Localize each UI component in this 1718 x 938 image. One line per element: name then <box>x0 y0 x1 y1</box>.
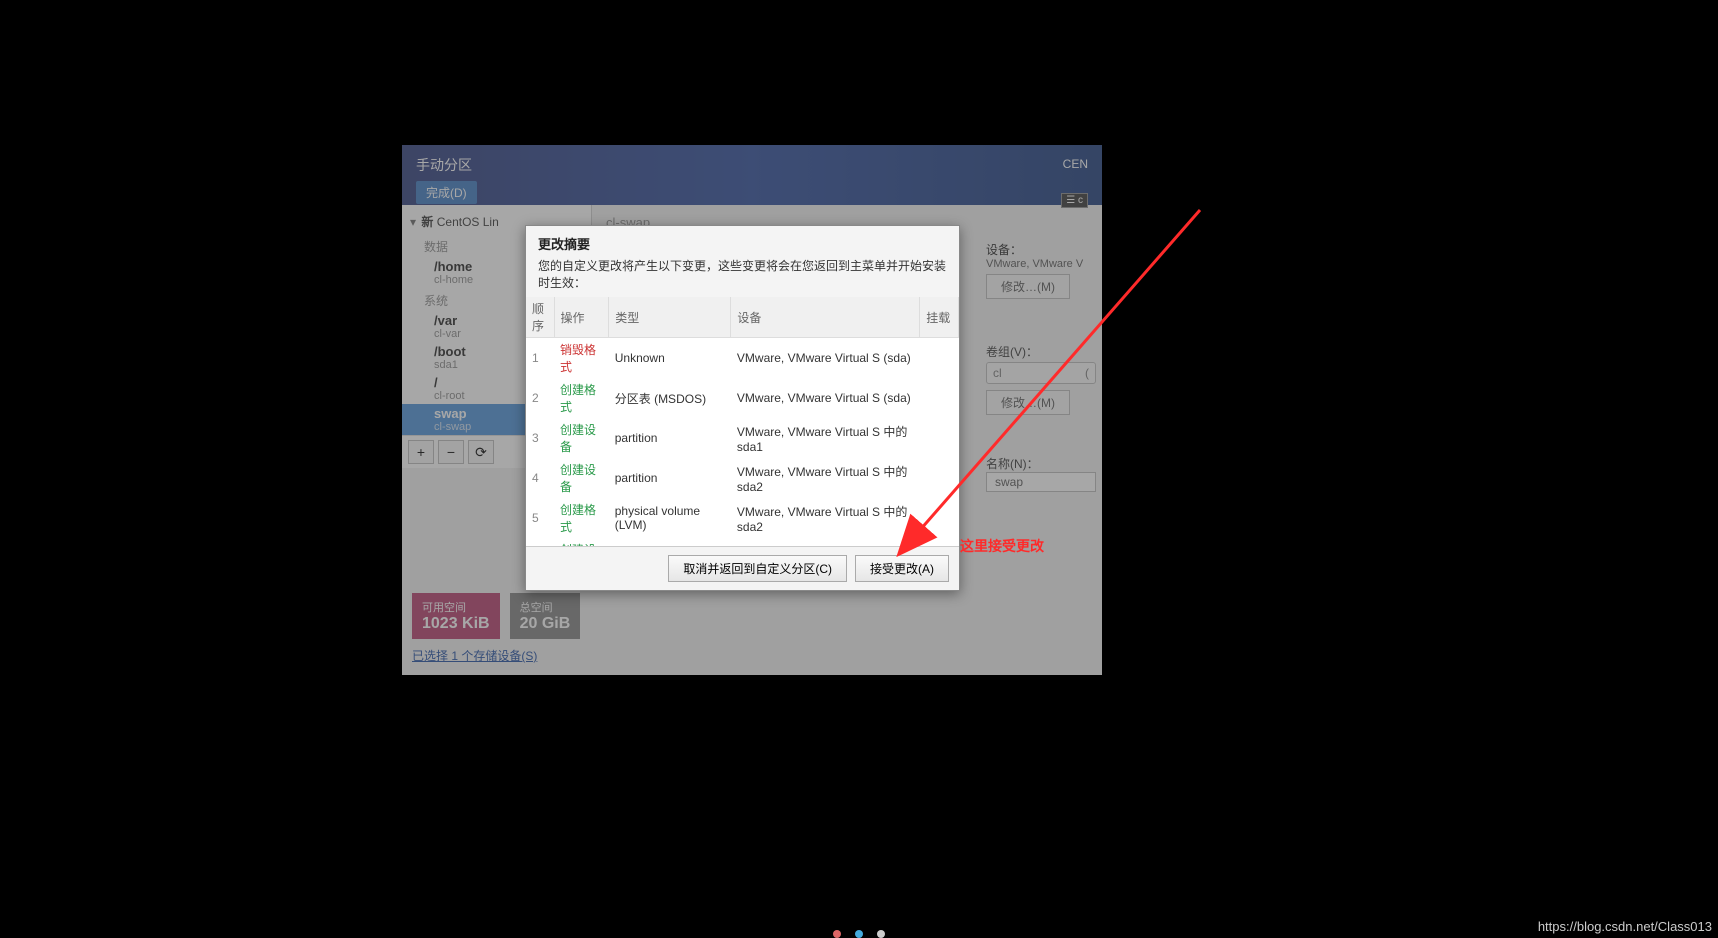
cancel-button[interactable]: 取消并返回到自定义分区(C) <box>668 555 847 582</box>
dock-item[interactable] <box>833 930 841 938</box>
cell-type: Unknown <box>609 338 731 379</box>
modal-description: 您的自定义更改将产生以下变更，这些变更将会在您返回到主菜单并开始安装时生效： <box>526 255 959 297</box>
cell-mount <box>920 498 959 538</box>
col-op[interactable]: 操作 <box>554 297 609 338</box>
total-space-box: 总空间 20 GiB <box>510 593 581 639</box>
cell-order: 5 <box>526 498 554 538</box>
storage-devices-link[interactable]: 已选择 1 个存储设备(S) <box>412 649 537 663</box>
table-row[interactable]: 4创建设备partitionVMware, VMware Virtual S 中… <box>526 458 959 498</box>
vg-label: 卷组(V)： <box>986 343 1096 360</box>
name-label: 名称(N)： <box>986 455 1096 472</box>
header-bar: 手动分区 完成(D) CEN ☰ c <box>402 145 1102 205</box>
dock-item[interactable] <box>855 930 863 938</box>
device-label: 设备： <box>986 241 1096 258</box>
changes-table: 顺序 操作 类型 设备 挂载 1销毁格式UnknownVMware, VMwar… <box>526 297 959 547</box>
cell-op: 创建设备 <box>554 418 609 458</box>
cell-device: VMware, VMware Virtual S (sda) <box>731 338 920 379</box>
page-title: 手动分区 <box>416 155 477 175</box>
avail-label: 可用空间 <box>422 599 490 615</box>
cell-order: 2 <box>526 378 554 418</box>
table-row[interactable]: 3创建设备partitionVMware, VMware Virtual S 中… <box>526 418 959 458</box>
cell-order: 1 <box>526 338 554 379</box>
bottom-strip: 可用空间 1023 KiB 总空间 20 GiB 已选择 1 个存储设备(S) <box>402 585 662 675</box>
modal-table-wrap: 顺序 操作 类型 设备 挂载 1销毁格式UnknownVMware, VMwar… <box>526 297 959 547</box>
vg-paren: ( <box>1085 366 1089 380</box>
avail-value: 1023 KiB <box>422 615 490 633</box>
cell-order: 3 <box>526 418 554 458</box>
device-value: VMware, VMware V <box>986 258 1096 270</box>
distro-label: CEN <box>1063 157 1088 171</box>
available-space-box: 可用空间 1023 KiB <box>412 593 500 639</box>
done-button[interactable]: 完成(D) <box>416 181 477 204</box>
dock-bar <box>833 930 885 938</box>
cell-device: cl <box>731 538 920 547</box>
cell-op: 创建设备 <box>554 458 609 498</box>
cell-mount <box>920 538 959 547</box>
cell-type: partition <box>609 458 731 498</box>
cell-type: physical volume (LVM) <box>609 498 731 538</box>
dock-item[interactable] <box>877 930 885 938</box>
cell-op: 创建设备 <box>554 538 609 547</box>
accept-button[interactable]: 接受更改(A) <box>855 555 949 582</box>
device-modify-button[interactable]: 修改…(M) <box>986 274 1070 299</box>
col-device[interactable]: 设备 <box>731 297 920 338</box>
cell-type: 分区表 (MSDOS) <box>609 378 731 418</box>
cell-mount <box>920 458 959 498</box>
add-partition-button[interactable]: + <box>408 440 434 464</box>
modal-title: 更改摘要 <box>538 234 947 253</box>
cell-device: VMware, VMware Virtual S 中的 sda2 <box>731 458 920 498</box>
reload-button[interactable]: ⟳ <box>468 440 494 464</box>
tree-header-new: 新 <box>421 215 433 229</box>
footer-url: https://blog.csdn.net/Class013 <box>1538 919 1712 934</box>
tree-header-title: CentOS Lin <box>437 215 499 229</box>
cell-order: 4 <box>526 458 554 498</box>
cell-device: VMware, VMware Virtual S 中的 sda2 <box>731 498 920 538</box>
col-order[interactable]: 顺序 <box>526 297 554 338</box>
annotation-text: 这里接受更改 <box>960 536 1044 556</box>
table-row[interactable]: 2创建格式分区表 (MSDOS)VMware, VMware Virtual S… <box>526 378 959 418</box>
cell-op: 销毁格式 <box>554 338 609 379</box>
col-mount[interactable]: 挂载 <box>920 297 959 338</box>
right-edge-panel: 设备： VMware, VMware V 修改…(M) 卷组(V)： cl ( … <box>986 241 1096 492</box>
cell-mount <box>920 338 959 379</box>
vg-value: cl <box>993 366 1002 380</box>
chevron-down-icon: ▾ <box>410 215 416 229</box>
cell-device: VMware, VMware Virtual S (sda) <box>731 378 920 418</box>
table-row[interactable]: 1销毁格式UnknownVMware, VMware Virtual S (sd… <box>526 338 959 379</box>
total-label: 总空间 <box>520 599 571 615</box>
cell-op: 创建格式 <box>554 378 609 418</box>
cell-type: partition <box>609 418 731 458</box>
cell-order: 6 <box>526 538 554 547</box>
cell-device: VMware, VMware Virtual S 中的 sda1 <box>731 418 920 458</box>
cell-mount <box>920 418 959 458</box>
table-row[interactable]: 6创建设备lvmvgcl <box>526 538 959 547</box>
remove-partition-button[interactable]: − <box>438 440 464 464</box>
cell-op: 创建格式 <box>554 498 609 538</box>
vg-modify-button[interactable]: 修改…(M) <box>986 390 1070 415</box>
name-field[interactable] <box>986 472 1096 492</box>
total-value: 20 GiB <box>520 615 571 633</box>
summary-modal: 更改摘要 您的自定义更改将产生以下变更，这些变更将会在您返回到主菜单并开始安装时… <box>525 225 960 591</box>
col-type[interactable]: 类型 <box>609 297 731 338</box>
cell-mount <box>920 378 959 418</box>
table-row[interactable]: 5创建格式physical volume (LVM)VMware, VMware… <box>526 498 959 538</box>
cell-type: lvmvg <box>609 538 731 547</box>
vg-select[interactable]: cl ( <box>986 362 1096 384</box>
